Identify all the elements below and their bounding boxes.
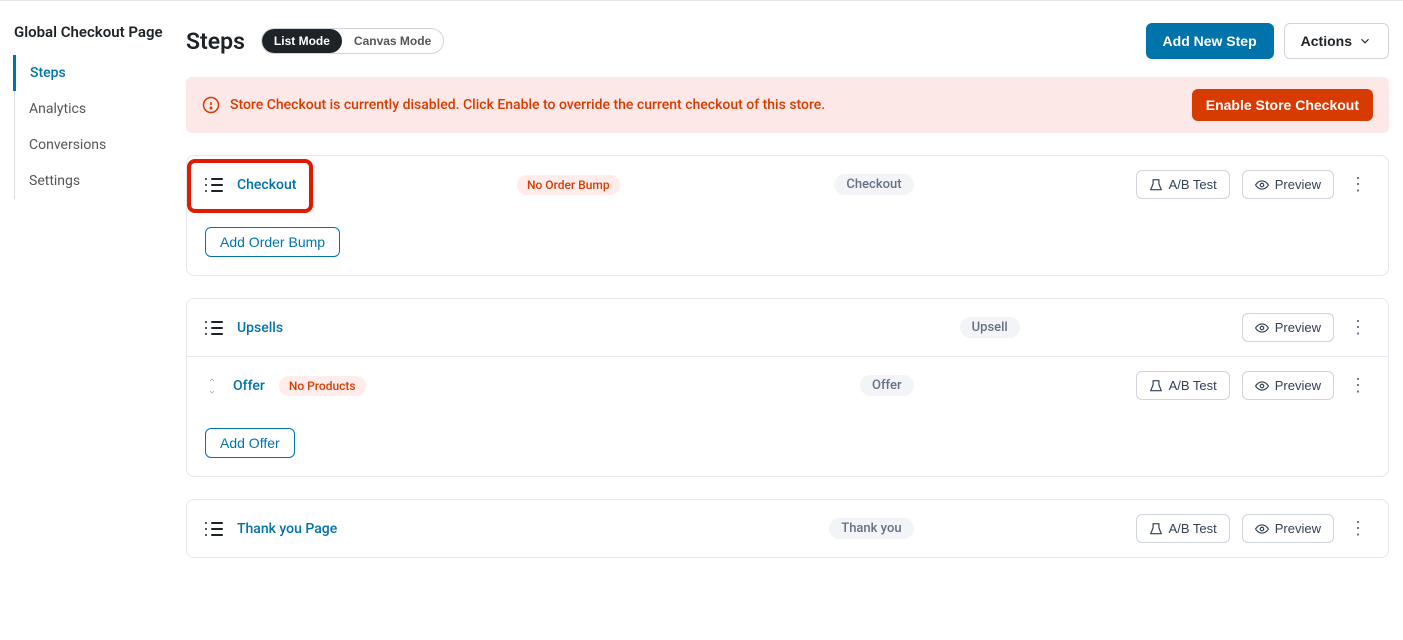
sidebar-title: Global Checkout Page xyxy=(0,23,186,55)
canvas-mode-button[interactable]: Canvas Mode xyxy=(342,29,443,53)
ab-test-icon xyxy=(1149,379,1163,393)
main-content: Steps List Mode Canvas Mode Add New Step… xyxy=(186,1,1403,640)
chevron-up-icon xyxy=(206,376,218,384)
ab-test-button[interactable]: A/B Test xyxy=(1136,514,1230,543)
button-label: A/B Test xyxy=(1169,521,1217,536)
step-type-tag: Upsell xyxy=(960,317,1020,338)
step-list-icon xyxy=(205,321,223,335)
info-icon xyxy=(202,96,220,114)
preview-button[interactable]: Preview xyxy=(1242,514,1334,543)
mode-switch: List Mode Canvas Mode xyxy=(261,28,444,54)
ab-test-icon xyxy=(1149,522,1163,536)
enable-store-checkout-button[interactable]: Enable Store Checkout xyxy=(1192,89,1373,121)
sidebar-item-steps[interactable]: Steps xyxy=(13,55,186,91)
add-new-step-button[interactable]: Add New Step xyxy=(1146,23,1274,59)
sidebar: Global Checkout Page Steps Analytics Con… xyxy=(0,1,186,640)
page-header: Steps List Mode Canvas Mode Add New Step… xyxy=(186,23,1389,59)
no-products-badge: No Products xyxy=(279,376,366,396)
upsells-step-link[interactable]: Upsells xyxy=(237,320,283,336)
sidebar-item-label: Settings xyxy=(29,173,80,189)
add-offer-button[interactable]: Add Offer xyxy=(205,428,295,458)
checkout-step-link[interactable]: Checkout xyxy=(237,177,296,193)
button-label: Preview xyxy=(1275,521,1321,536)
step-list-icon xyxy=(205,522,223,536)
button-label: A/B Test xyxy=(1169,177,1217,192)
ab-test-button[interactable]: A/B Test xyxy=(1136,371,1230,400)
eye-icon xyxy=(1255,321,1269,335)
actions-label: Actions xyxy=(1301,33,1352,49)
checkout-step-card: Checkout No Order Bump Checkout A/B Test… xyxy=(186,155,1389,276)
chevron-down-icon xyxy=(1358,34,1372,48)
step-type-tag: Thank you xyxy=(829,518,913,539)
preview-button[interactable]: Preview xyxy=(1242,170,1334,199)
sidebar-item-conversions[interactable]: Conversions xyxy=(15,127,186,163)
step-type-tag: Checkout xyxy=(834,174,913,195)
thankyou-step-link[interactable]: Thank you Page xyxy=(237,521,337,537)
preview-button[interactable]: Preview xyxy=(1242,313,1334,342)
alert-message: Store Checkout is currently disabled. Cl… xyxy=(230,97,825,113)
kebab-menu-icon[interactable]: ⋮ xyxy=(1346,319,1370,337)
sidebar-item-analytics[interactable]: Analytics xyxy=(15,91,186,127)
eye-icon xyxy=(1255,379,1269,393)
offer-step-link[interactable]: Offer xyxy=(233,378,265,394)
list-mode-button[interactable]: List Mode xyxy=(262,29,342,53)
chevron-down-icon xyxy=(206,388,218,396)
kebab-menu-icon[interactable]: ⋮ xyxy=(1346,520,1370,538)
store-checkout-alert: Store Checkout is currently disabled. Cl… xyxy=(186,77,1389,133)
kebab-menu-icon[interactable]: ⋮ xyxy=(1346,377,1370,395)
reorder-handle[interactable] xyxy=(205,376,219,396)
step-type-tag: Offer xyxy=(860,375,914,396)
ab-test-icon xyxy=(1149,178,1163,192)
no-order-bump-badge: No Order Bump xyxy=(517,175,620,195)
add-order-bump-button[interactable]: Add Order Bump xyxy=(205,227,340,257)
sidebar-nav: Steps Analytics Conversions Settings xyxy=(14,55,186,199)
sidebar-item-label: Conversions xyxy=(29,137,106,153)
eye-icon xyxy=(1255,522,1269,536)
button-label: Preview xyxy=(1275,320,1321,335)
preview-button[interactable]: Preview xyxy=(1242,371,1334,400)
thankyou-step-card: Thank you Page Thank you A/B Test Previe… xyxy=(186,499,1389,558)
button-label: Preview xyxy=(1275,177,1321,192)
page-title: Steps xyxy=(186,28,245,55)
button-label: Preview xyxy=(1275,378,1321,393)
kebab-menu-icon[interactable]: ⋮ xyxy=(1346,176,1370,194)
button-label: A/B Test xyxy=(1169,378,1217,393)
sidebar-item-settings[interactable]: Settings xyxy=(15,163,186,199)
eye-icon xyxy=(1255,178,1269,192)
step-list-icon xyxy=(205,178,223,192)
upsells-step-card: Upsells Upsell Preview ⋮ xyxy=(186,298,1389,477)
ab-test-button[interactable]: A/B Test xyxy=(1136,170,1230,199)
actions-dropdown-button[interactable]: Actions xyxy=(1284,23,1389,59)
sidebar-item-label: Steps xyxy=(30,65,66,81)
sidebar-item-label: Analytics xyxy=(29,101,86,117)
